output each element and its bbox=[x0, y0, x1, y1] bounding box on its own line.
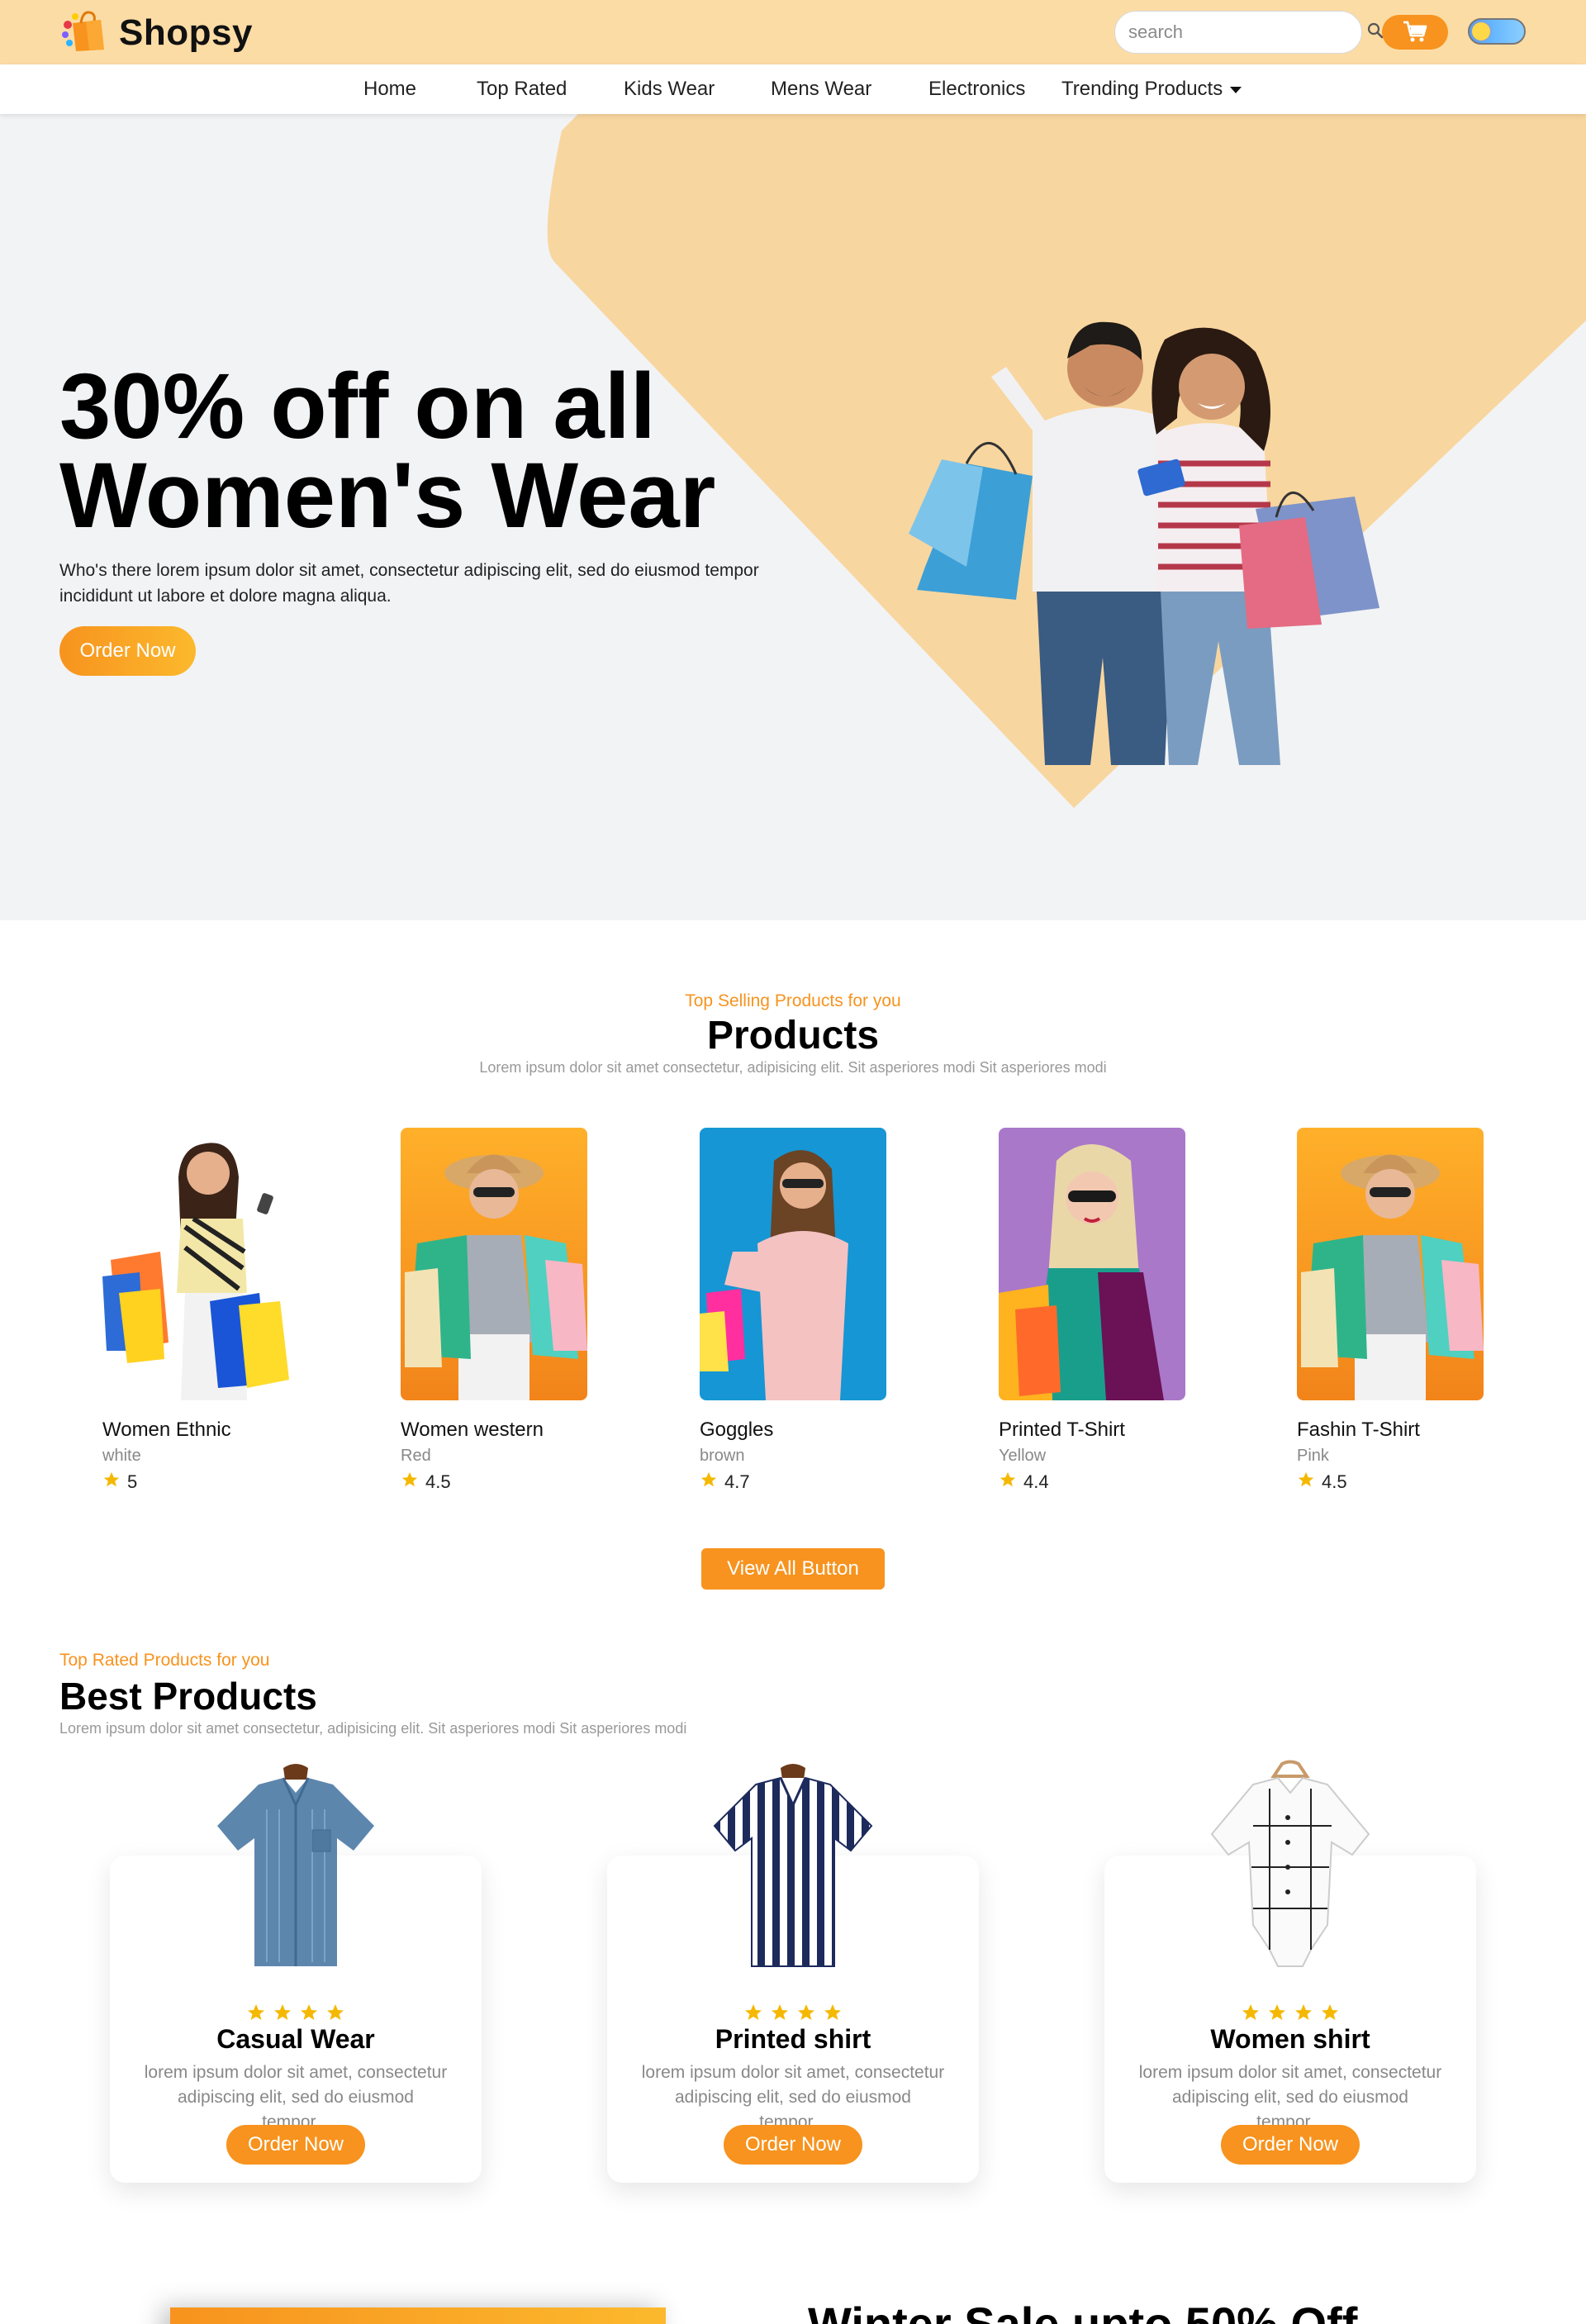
product-name: Fashin T-Shirt bbox=[1297, 1419, 1420, 1441]
rating-stars bbox=[110, 2003, 482, 2027]
product-image[interactable] bbox=[700, 1128, 886, 1400]
best-products-description: Lorem ipsum dolor sit amet consectetur, … bbox=[59, 1720, 687, 1737]
toggle-knob bbox=[1472, 22, 1490, 40]
nav-item-electronics[interactable]: Electronics bbox=[928, 78, 1025, 101]
rating-value: 4.5 bbox=[425, 1471, 451, 1492]
star-icon bbox=[700, 1471, 718, 1494]
best-product-title: Casual Wear bbox=[216, 2024, 375, 2054]
product-color: brown bbox=[700, 1447, 745, 1465]
theme-toggle-icon[interactable] bbox=[1468, 18, 1526, 45]
star-icon bbox=[274, 2004, 291, 2020]
product-rating: 4.7 bbox=[700, 1471, 886, 1494]
best-product-order-button[interactable]: Order Now bbox=[226, 2125, 365, 2165]
hero-section: 30% off on all Women's Wear Who's there … bbox=[0, 114, 1586, 920]
nav-item-home[interactable]: Home bbox=[363, 78, 416, 101]
rating-value: 4.4 bbox=[1023, 1471, 1049, 1492]
star-icon bbox=[772, 2004, 788, 2020]
best-products-eyebrow: Top Rated Products for you bbox=[59, 1651, 270, 1670]
star-icon bbox=[102, 1471, 121, 1494]
best-products-title: Best Products bbox=[59, 1675, 317, 1718]
hero-title-line1: 30% off on all bbox=[59, 354, 656, 458]
caret-down-icon bbox=[1229, 78, 1242, 101]
hero-title: 30% off on all Women's Wear bbox=[59, 354, 716, 547]
star-icon bbox=[1242, 2004, 1259, 2020]
product-image[interactable] bbox=[401, 1128, 587, 1400]
product-card[interactable]: Women Ethnic white 5 bbox=[102, 1128, 289, 1494]
product-image[interactable] bbox=[999, 1128, 1185, 1400]
star-icon bbox=[1322, 2004, 1338, 2020]
shopping-bag-icon bbox=[59, 8, 107, 57]
cart-button[interactable] bbox=[1382, 15, 1448, 50]
search-box[interactable] bbox=[1114, 11, 1384, 54]
best-product-description: lorem ipsum dolor sit amet, consectetur … bbox=[144, 2063, 448, 2132]
product-card[interactable]: Goggles brown 4.7 bbox=[700, 1128, 886, 1494]
product-color: Red bbox=[401, 1447, 431, 1465]
rating-value: 4.7 bbox=[724, 1471, 750, 1492]
best-product-order-button[interactable]: Order Now bbox=[724, 2125, 862, 2165]
product-color: white bbox=[102, 1447, 141, 1465]
product-color: Yellow bbox=[999, 1447, 1047, 1465]
search-input[interactable] bbox=[1128, 21, 1366, 43]
products-description: Lorem ipsum dolor sit amet consectetur, … bbox=[479, 1059, 1107, 1076]
hero-couple-image bbox=[909, 321, 1379, 765]
brand-logo[interactable]: Shopsy bbox=[59, 8, 253, 57]
product-name: Women Ethnic bbox=[102, 1419, 231, 1441]
star-icon bbox=[301, 2004, 317, 2020]
cart-icon bbox=[1402, 20, 1428, 45]
view-all-button[interactable]: View All Button bbox=[701, 1548, 885, 1590]
star-icon bbox=[248, 2004, 264, 2020]
star-icon bbox=[1295, 2004, 1312, 2020]
star-icon bbox=[327, 2004, 344, 2020]
products-eyebrow: Top Selling Products for you bbox=[685, 991, 901, 1010]
hero-title-line2: Women's Wear bbox=[59, 444, 716, 547]
best-product-title: Printed shirt bbox=[715, 2024, 871, 2054]
product-image[interactable] bbox=[1297, 1128, 1484, 1400]
product-image[interactable] bbox=[102, 1128, 289, 1400]
main-nav: Home Top Rated Kids Wear Mens Wear Elect… bbox=[0, 64, 1586, 114]
product-rating: 4.5 bbox=[1297, 1471, 1484, 1494]
women-shirt-image bbox=[1210, 1760, 1370, 1967]
winter-sale-title: Winter Sale upto 50% Off bbox=[808, 2298, 1358, 2324]
products-title: Products bbox=[706, 1014, 880, 1057]
top-header: Shopsy bbox=[0, 0, 1586, 64]
product-card[interactable]: Women western Red 4.5 bbox=[401, 1128, 587, 1494]
rating-stars bbox=[607, 2003, 979, 2027]
product-name: Printed T-Shirt bbox=[999, 1419, 1125, 1441]
rating-stars bbox=[1104, 2003, 1476, 2027]
best-product-title: Women shirt bbox=[1210, 2024, 1370, 2054]
star-icon bbox=[1269, 2004, 1285, 2020]
product-color: Pink bbox=[1297, 1447, 1329, 1465]
printed-shirt-image bbox=[713, 1764, 873, 1967]
product-rating: 4.4 bbox=[999, 1471, 1185, 1494]
hero-order-now-button[interactable]: Order Now bbox=[59, 626, 196, 676]
star-icon bbox=[401, 1471, 419, 1494]
star-icon bbox=[999, 1471, 1017, 1494]
product-name: Women western bbox=[401, 1419, 544, 1441]
nav-item-trending-products[interactable]: Trending Products bbox=[1061, 78, 1242, 101]
star-icon bbox=[798, 2004, 814, 2020]
best-product-order-button[interactable]: Order Now bbox=[1221, 2125, 1360, 2165]
casual-shirt-image bbox=[217, 1764, 374, 1966]
nav-item-top-rated[interactable]: Top Rated bbox=[477, 78, 567, 101]
best-product-description: lorem ipsum dolor sit amet, consectetur … bbox=[641, 2063, 945, 2132]
product-name: Goggles bbox=[700, 1419, 774, 1441]
hero-subtitle: Who's there lorem ipsum dolor sit amet, … bbox=[59, 561, 759, 606]
best-product-description: lorem ipsum dolor sit amet, consectetur … bbox=[1138, 2063, 1442, 2132]
product-card[interactable]: Fashin T-Shirt Pink 4.5 bbox=[1297, 1128, 1484, 1494]
star-icon bbox=[824, 2004, 841, 2020]
brand-name: Shopsy bbox=[119, 12, 253, 53]
nav-item-mens-wear[interactable]: Mens Wear bbox=[771, 78, 871, 101]
star-icon bbox=[745, 2004, 762, 2020]
nav-item-label: Trending Products bbox=[1061, 78, 1223, 100]
star-icon bbox=[1297, 1471, 1315, 1494]
rating-value: 4.5 bbox=[1322, 1471, 1347, 1492]
nav-item-kids-wear[interactable]: Kids Wear bbox=[624, 78, 715, 101]
product-rating: 4.5 bbox=[401, 1471, 587, 1494]
product-rating: 5 bbox=[102, 1471, 289, 1494]
winter-sale-banner-image bbox=[170, 2307, 666, 2324]
rating-value: 5 bbox=[127, 1471, 138, 1492]
product-card[interactable]: Printed T-Shirt Yellow 4.4 bbox=[999, 1128, 1185, 1494]
